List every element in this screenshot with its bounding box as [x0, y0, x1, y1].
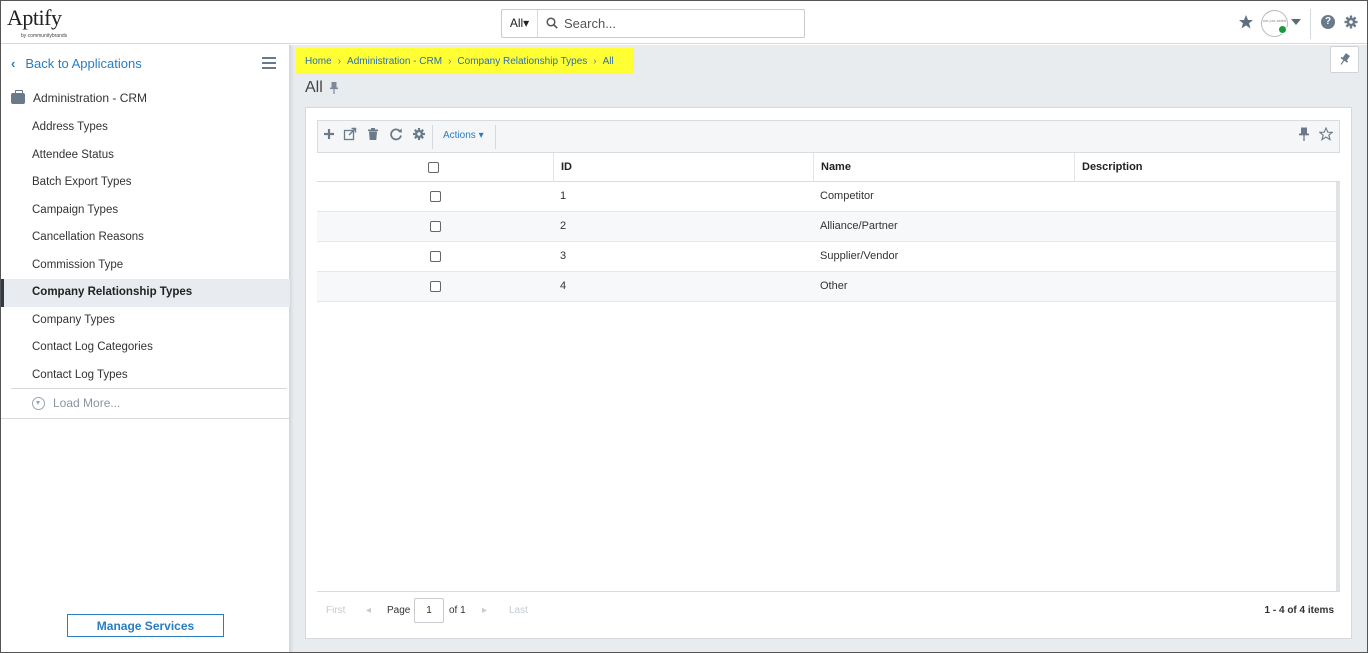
logo-subtext: by communitybrands: [21, 33, 68, 39]
breadcrumb-home[interactable]: Home: [305, 56, 332, 67]
sidebar-item-contact-log-types[interactable]: Contact Log Types: [1, 362, 290, 390]
online-status-indicator: [1278, 25, 1287, 34]
sidebar-item-campaign-types[interactable]: Campaign Types: [1, 197, 290, 225]
chevron-right-icon: ›: [448, 55, 452, 67]
sidebar-section-header: Administration - CRM: [11, 89, 148, 106]
grid-toolbar: Actions ▾: [317, 120, 1340, 153]
chevron-down-icon[interactable]: [1291, 19, 1301, 25]
pager-last-button[interactable]: Last: [509, 605, 528, 616]
back-link-label: Back to Applications: [25, 55, 142, 71]
main-content: Home › Administration - CRM › Company Re…: [294, 45, 1367, 652]
pager-of-label: of 1: [449, 605, 466, 616]
table-row[interactable]: 3 Supplier/Vendor: [317, 242, 1340, 272]
table-row[interactable]: 4 Other: [317, 272, 1340, 302]
global-search: All▾: [501, 9, 805, 38]
chevron-right-icon: ›: [593, 55, 597, 67]
sidebar-item-batch-export-types[interactable]: Batch Export Types: [1, 169, 290, 197]
help-icon[interactable]: ?: [1321, 15, 1335, 29]
breadcrumb-company-relationship-types[interactable]: Company Relationship Types: [457, 56, 587, 67]
select-all-checkbox[interactable]: [428, 162, 439, 173]
select-all-header: [317, 153, 553, 182]
chevron-right-icon: ›: [337, 55, 342, 67]
table-row[interactable]: 2 Alliance/Partner: [317, 212, 1340, 242]
grid-vertical-scrollbar[interactable]: [1336, 182, 1340, 595]
manage-services-button[interactable]: Manage Services: [67, 614, 224, 637]
grid-header-row: ID Name Description: [317, 153, 1340, 182]
breadcrumb-all[interactable]: All: [603, 56, 614, 67]
cell-id: 3: [560, 250, 567, 262]
cell-name: Alliance/Partner: [820, 220, 898, 232]
column-header-name[interactable]: Name: [813, 153, 1074, 182]
column-header-description[interactable]: Description: [1074, 153, 1334, 182]
sidebar-item-cancellation-reasons[interactable]: Cancellation Reasons: [1, 224, 290, 252]
sidebar-item-contact-log-categories[interactable]: Contact Log Categories: [1, 334, 290, 362]
actions-dropdown[interactable]: Actions ▾: [443, 130, 484, 141]
grid-pager: First ◂ Page of 1 ▸ Last 1 - 4 of 4 item…: [317, 591, 1340, 630]
search-input[interactable]: [564, 14, 794, 33]
pager-next-icon[interactable]: ▸: [482, 605, 487, 616]
cell-id: 2: [560, 220, 567, 232]
back-to-applications-link[interactable]: ‹ Back to Applications: [11, 55, 142, 71]
favorites-star-icon[interactable]: [1238, 14, 1254, 30]
pager-page-label: Page: [387, 605, 411, 616]
cell-id: 4: [560, 280, 567, 292]
logo-text: Aptify: [7, 5, 62, 30]
row-checkbox[interactable]: [430, 191, 441, 202]
sidebar-item-commission-type[interactable]: Commission Type: [1, 252, 290, 280]
toolbar-divider: [432, 125, 433, 149]
add-icon[interactable]: [322, 127, 336, 141]
download-circle-icon: [32, 396, 45, 410]
gear-icon[interactable]: [1344, 15, 1358, 29]
pin-page-button[interactable]: [1330, 46, 1359, 73]
data-grid: ID Name Description 1 Competitor 2 Allia…: [317, 153, 1340, 595]
cell-name: Supplier/Vendor: [820, 250, 899, 262]
briefcase-icon: [11, 89, 25, 104]
grid-panel: Actions ▾ ID Name Description 1 Competit…: [305, 107, 1352, 639]
load-more-link[interactable]: Load More...: [32, 395, 120, 411]
breadcrumb: Home › Administration - CRM › Company Re…: [296, 48, 634, 74]
toolbar-divider: [495, 125, 496, 149]
table-row[interactable]: 1 Competitor: [317, 182, 1340, 212]
sidebar-divider: [11, 388, 287, 389]
pager-first-button[interactable]: First: [326, 605, 345, 616]
cell-name: Competitor: [820, 190, 874, 202]
sidebar-item-address-types[interactable]: Address Types: [1, 114, 290, 142]
search-icon: [546, 17, 558, 29]
open-external-icon[interactable]: [343, 127, 357, 141]
pin-icon: [1340, 53, 1350, 65]
chevron-left-icon: ‹: [11, 55, 16, 71]
row-checkbox[interactable]: [430, 281, 441, 292]
aptify-logo[interactable]: Aptify by communitybrands: [7, 7, 69, 41]
sidebar-item-attendee-status[interactable]: Attendee Status: [1, 142, 290, 170]
load-more-label: Load More...: [53, 396, 121, 410]
sidebar: ‹ Back to Applications Administration - …: [1, 45, 290, 652]
cell-id: 1: [560, 190, 567, 202]
search-scope-dropdown[interactable]: All▾: [502, 10, 538, 37]
pager-prev-icon[interactable]: ◂: [366, 605, 371, 616]
pin-icon[interactable]: [329, 82, 339, 94]
sidebar-nav-list: Address Types Attendee Status Batch Expo…: [1, 114, 290, 389]
page-title: All: [305, 79, 323, 96]
top-header: Aptify by communitybrands All▾ not pro-s…: [1, 1, 1367, 44]
trash-icon[interactable]: [366, 127, 380, 141]
refresh-icon[interactable]: [389, 127, 403, 141]
pager-page-input[interactable]: [414, 598, 444, 623]
sidebar-section-title: Administration - CRM: [33, 91, 148, 105]
pin-icon[interactable]: [1298, 127, 1310, 141]
sidebar-item-company-types[interactable]: Company Types: [1, 307, 290, 335]
row-checkbox[interactable]: [430, 251, 441, 262]
header-divider: [1310, 9, 1311, 39]
sidebar-item-company-relationship-types[interactable]: Company Relationship Types: [1, 279, 290, 307]
gear-icon[interactable]: [412, 127, 426, 141]
hamburger-menu-icon[interactable]: [262, 57, 276, 69]
breadcrumb-administration-crm[interactable]: Administration - CRM: [347, 56, 442, 67]
sidebar-divider-bottom: [1, 418, 290, 419]
cell-name: Other: [820, 280, 848, 292]
pager-items-count: 1 - 4 of 4 items: [1264, 605, 1334, 616]
star-outline-icon[interactable]: [1319, 127, 1333, 141]
row-checkbox[interactable]: [430, 221, 441, 232]
column-header-id[interactable]: ID: [553, 153, 813, 182]
